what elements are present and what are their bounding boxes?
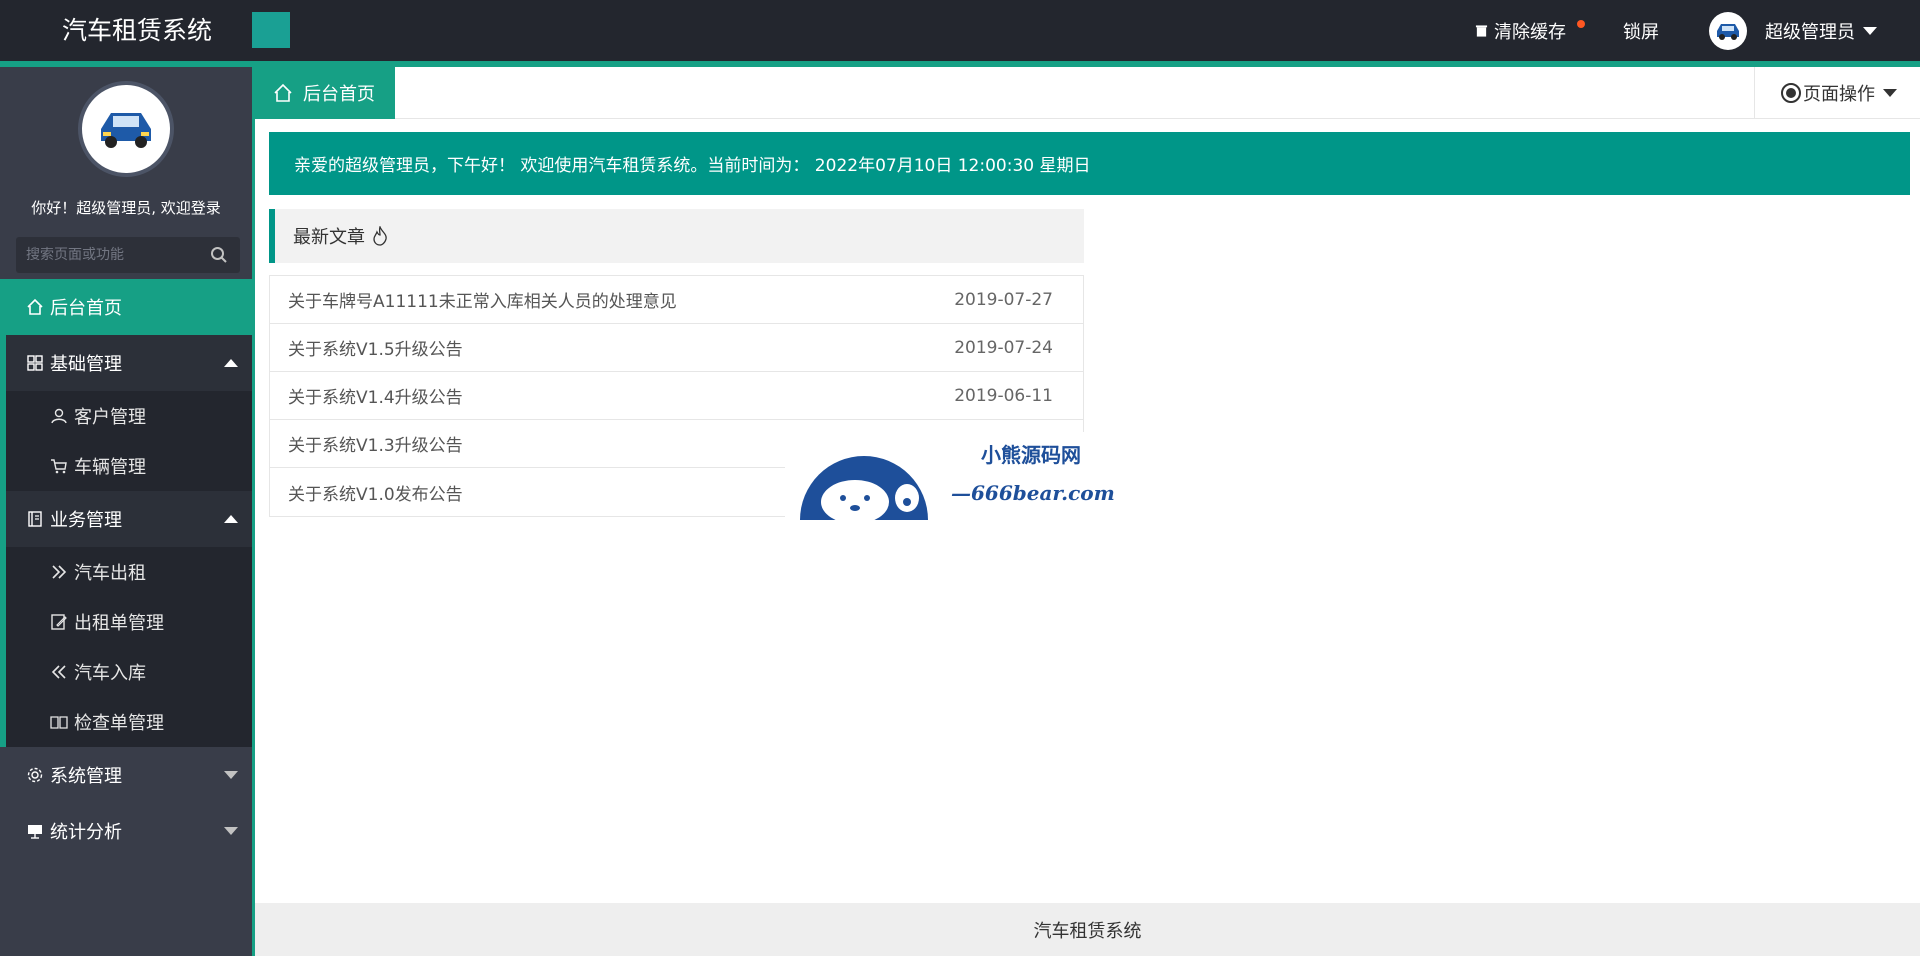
sidebar-item-label: 客户管理 [74,407,146,428]
sidebar-item-label: 统计分析 [50,822,122,843]
sidebar-item-car-return[interactable]: 汽车入库 [6,647,252,697]
tab-home[interactable]: 后台首页 [255,67,395,119]
top-header: 汽车租赁系统 清除缓存 锁屏 超级管理员 [0,0,1920,62]
article-title: 关于系统V1.0发布公告 [288,484,463,505]
footer: 汽车租赁系统 [255,903,1920,956]
watermark-logo: 小熊源码网 —666bear.com— [785,432,1115,522]
sidebar-toggle-button[interactable] [252,12,290,48]
chevron-down-icon [1863,27,1877,35]
sidebar-item-car-rental[interactable]: 汽车出租 [6,547,252,597]
sidebar-item-label: 系统管理 [50,766,122,787]
sidebar-item-label: 后台首页 [50,298,122,319]
sidebar-item-label: 汽车出租 [74,563,146,584]
home-icon [27,298,43,315]
sidebar-item-inspections[interactable]: 检查单管理 [6,697,252,747]
tab-label: 后台首页 [303,84,375,105]
username: 超级管理员 [1765,22,1855,43]
chevron-down-icon [224,771,238,779]
page-operations-dropdown[interactable]: 页面操作 [1754,67,1920,119]
article-title: 关于系统V1.4升级公告 [288,388,463,408]
grid-icon [27,355,43,371]
sidebar-group-basic[interactable]: 基础管理 [0,335,252,391]
list-item[interactable]: 关于系统V1.5升级公告 2019-07-24 [270,324,1083,372]
gear-icon [27,767,43,783]
welcome-text: 你好！超级管理员, 欢迎登录 [31,199,221,217]
user-icon [51,408,67,424]
sidebar-nav: 后台首页 基础管理 客户管理 车辆管理 业务管理 汽车出租 出租单管理 汽车入库… [0,279,252,859]
sidebar-item-vehicles[interactable]: 车辆管理 [6,441,252,491]
list-item[interactable]: 关于车牌号A11111未正常入库相关人员的处理意见 2019-07-27 [270,276,1083,324]
sidebar-group-stats[interactable]: 统计分析 [0,803,252,859]
chevron-down-icon [1883,89,1897,97]
sidebar: 你好！超级管理员, 欢迎登录 后台首页 基础管理 客户管理 车辆管理 [0,67,252,956]
user-menu[interactable]: 超级管理员 [1709,0,1877,62]
articles-title: 最新文章 [293,227,365,248]
article-date: 2019-07-24 [954,337,1053,358]
submenu-business: 汽车出租 出租单管理 汽车入库 检查单管理 [0,547,252,747]
edit-icon [51,614,67,630]
clear-cache-label: 清除缓存 [1494,22,1566,43]
sidebar-item-label: 检查单管理 [74,713,164,734]
submenu-basic: 客户管理 车辆管理 [0,391,252,491]
sidebar-item-label: 车辆管理 [74,457,146,478]
chevron-up-icon [224,359,238,367]
page-ops-label: 页面操作 [1803,84,1875,105]
sidebar-search [16,237,240,273]
greeting-banner: 亲爱的超级管理员，下午好！ 欢迎使用汽车租赁系统。当前时间为： 2022年07月… [269,132,1910,195]
home-icon [274,83,292,102]
watermark-url: —666bear.com— [951,481,1115,505]
double-right-icon [52,565,67,579]
article-title: 关于系统V1.3升级公告 [288,436,463,456]
car-icon [1717,24,1739,40]
cart-icon [51,459,67,474]
tab-bar: 后台首页 页面操作 [255,67,1920,119]
sidebar-group-system[interactable]: 系统管理 [0,747,252,803]
article-date: 2019-06-11 [954,385,1053,406]
double-left-icon [51,665,66,679]
lock-screen-label: 锁屏 [1623,22,1659,43]
notification-dot [1577,20,1585,28]
trash-icon [1475,25,1488,37]
sidebar-item-label: 基础管理 [50,354,122,375]
article-title: 关于系统V1.5升级公告 [288,340,463,360]
sidebar-item-label: 业务管理 [50,510,122,531]
sidebar-item-customers[interactable]: 客户管理 [6,391,252,441]
target-icon [1781,83,1801,103]
chevron-up-icon [224,515,238,523]
chevron-down-icon [224,827,238,835]
main-content: 后台首页 页面操作 亲爱的超级管理员，下午好！ 欢迎使用汽车租赁系统。当前时间为… [252,67,1920,956]
sidebar-item-label: 汽车入库 [74,663,146,684]
fire-icon [373,226,387,246]
article-title: 关于车牌号A11111未正常入库相关人员的处理意见 [288,292,677,312]
search-icon[interactable] [210,246,228,264]
articles-header: 最新文章 [269,209,1084,263]
avatar [1709,12,1747,50]
article-date: 2019-07-27 [954,289,1053,310]
car-icon [101,113,151,148]
clear-cache-button[interactable]: 清除缓存 [1475,0,1585,62]
read-icon [50,716,68,729]
sidebar-item-home[interactable]: 后台首页 [0,279,252,335]
sidebar-group-business[interactable]: 业务管理 [0,491,252,547]
list-item[interactable]: 关于系统V1.4升级公告 2019-06-11 [270,372,1083,420]
app-title: 汽车租赁系统 [62,16,213,45]
book-icon [28,511,42,527]
lock-screen-button[interactable]: 锁屏 [1623,0,1659,62]
search-input[interactable] [16,237,196,273]
sidebar-item-rental-orders[interactable]: 出租单管理 [6,597,252,647]
profile-avatar [78,81,174,177]
sidebar-item-label: 出租单管理 [74,613,164,634]
chart-icon [28,825,42,839]
watermark-name: 小熊源码网 [981,443,1081,467]
